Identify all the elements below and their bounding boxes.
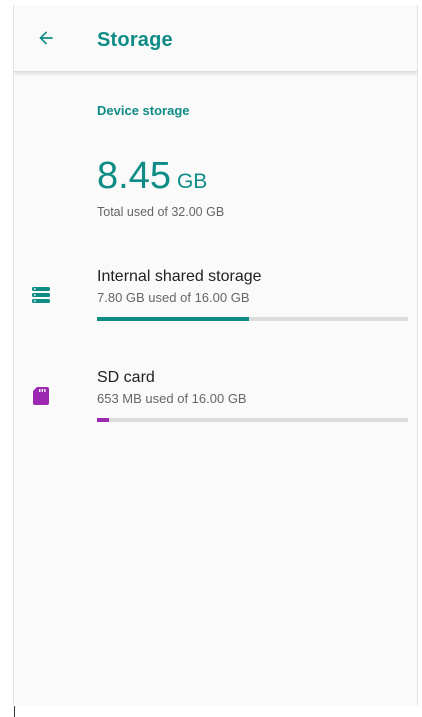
usage-bar-fill xyxy=(97,317,249,321)
total-used-caption: Total used of 32.00 GB xyxy=(97,205,225,219)
device-storage-header: Device storage xyxy=(97,103,190,118)
storage-item-summary: 653 MB used of 16.00 GB xyxy=(97,391,247,406)
total-used-summary: 8.45 GB xyxy=(97,157,207,195)
storage-stack-icon xyxy=(32,287,50,303)
total-used-unit: GB xyxy=(176,170,208,193)
page-title: Storage xyxy=(97,29,173,51)
storage-item-label: Internal shared storage xyxy=(97,268,262,285)
settings-screen: Storage Device storage 8.45 GB Total used… xyxy=(13,5,418,705)
storage-item-internal[interactable]: Internal shared storage 7.80 GB used of … xyxy=(14,257,417,331)
sd-card-icon xyxy=(33,387,49,405)
arrow-back-icon xyxy=(39,31,53,45)
total-used-value: 8.45 xyxy=(97,155,171,197)
usage-bar-fill xyxy=(97,418,110,422)
storage-item-label: SD card xyxy=(97,369,155,386)
storage-item-sd-card[interactable]: SD card 653 MB used of 16.00 GB xyxy=(14,358,417,432)
usage-bar xyxy=(97,317,408,321)
edge-divider xyxy=(14,706,15,717)
storage-item-summary: 7.80 GB used of 16.00 GB xyxy=(97,290,250,305)
usage-bar xyxy=(97,418,408,422)
back-button[interactable] xyxy=(31,23,61,53)
app-bar: Storage xyxy=(14,5,417,72)
